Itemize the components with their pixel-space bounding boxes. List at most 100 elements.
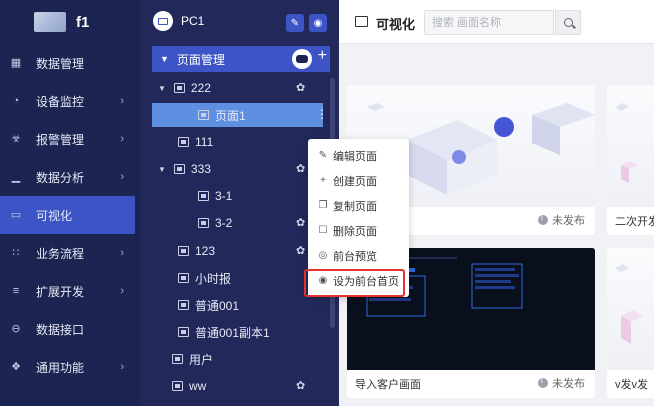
page-icon [198,191,209,201]
card-name: v发v发 [615,379,648,391]
palette-icon[interactable]: ✿ [296,244,305,257]
publish-status-label: 未发布 [552,215,585,227]
nav-item[interactable]: ◔ 设备监控 › [0,82,140,120]
trash-icon: ☐ [318,225,328,236]
menu-item-label: 编辑页面 [333,150,377,163]
screen-card[interactable]: 二次开发 [607,85,654,235]
edit-project-button[interactable]: ✎ [286,14,304,32]
publish-status: 未发布 [538,212,585,228]
empty-thumbnail-illustration [615,103,639,183]
tree-node-label: ww [189,379,207,393]
nav-item-label: 报警管理 [36,132,85,147]
nav-item[interactable]: ▭ 可视化 [0,196,135,234]
page-title: 可视化 [376,17,416,32]
eye-icon: ◎ [318,250,328,261]
menu-item[interactable]: ◎ 前台预览 [308,243,409,268]
caret-down-icon[interactable]: ▼ [158,84,166,93]
highlight-annotation [304,269,405,297]
nav-item[interactable]: ⊖ 数据接口 [0,310,140,348]
nav-item[interactable]: ☣ 报警管理 › [0,120,140,158]
monitor-icon [153,11,173,31]
preview-project-button[interactable]: ◉ [309,14,327,32]
assistant-robot-icon[interactable] [292,49,312,69]
tree-node-label: 普通001 [195,298,240,313]
brand: f1 [0,0,140,44]
nav-item[interactable]: ▦ 数据管理 [0,44,140,82]
nav-item-label: 数据接口 [36,322,85,337]
nav-item[interactable]: ▁ 数据分析 › [0,158,140,196]
palette-icon[interactable]: ✿ [296,216,305,229]
tree-node-label: 333 [190,162,211,176]
card-footer: v发v发 [607,370,654,398]
tree-node[interactable]: ww [158,375,206,397]
tree-node[interactable]: ▼ 333 [158,158,211,180]
menu-item[interactable]: ❐ 复制页面 [308,193,409,218]
tree-node-label: 3-1 [215,189,233,203]
tree-node-label: 页面1 [215,108,246,123]
tree-node[interactable]: 123 [178,240,215,262]
tree-node[interactable]: 普通001 [178,294,239,316]
nav-item-label: 数据管理 [36,56,85,71]
card-footer: 二次开发 [607,207,654,235]
tree-node-label: 222 [190,81,211,95]
page-icon [178,246,189,256]
monitor-icon: ◔ [12,95,20,107]
code-icon: ≡ [12,285,20,297]
tree-node[interactable]: 3-1 [198,185,232,207]
tree-node[interactable]: ▼ 222 [158,77,211,99]
palette-icon[interactable]: ✿ [296,162,305,175]
card-name: 导入客户画面 [355,379,421,391]
tree-node[interactable]: 小时报 [178,267,231,289]
tree-node-label: 3-2 [215,216,233,230]
tree-node-label: 小时报 [195,271,232,286]
nav-item[interactable]: ≡ 扩展开发 › [0,272,140,310]
chevron-right-icon: › [120,361,124,373]
tree-node-label: 普通001副本1 [195,325,270,340]
nav-item-label: 通用功能 [36,360,85,375]
search-box [424,10,554,35]
tree-node[interactable]: 111 [178,131,213,153]
menu-item-label: 创建页面 [333,175,377,188]
screen-card[interactable]: v发v发 [607,248,654,398]
search-button[interactable] [555,10,581,35]
brand-logo [34,12,66,32]
info-icon [538,213,548,225]
menu-item[interactable]: ✎ 编辑页面 [308,143,409,168]
nav-item[interactable]: ❖ 通用功能 › [0,348,140,386]
search-input[interactable] [425,11,525,34]
palette-icon[interactable]: ✿ [296,81,305,94]
main-navigation: f1 ▦ 数据管理 ◔ 设备监控 › ☣ 报警管理 › ▁ 数据分析 › ▭ 可视化 ∷ 业务流程 › ≡ 扩展开… [0,0,140,406]
search-icon [563,18,573,27]
palette-icon[interactable]: ✿ [296,379,305,392]
info-icon [538,376,548,388]
menu-item[interactable]: ☐ 删除页面 [308,218,409,243]
tree-node[interactable]: 页面1 [152,103,323,127]
page-icon [178,300,189,310]
page-management-header[interactable]: ▼ 页面管理 + [152,46,330,72]
menu-item[interactable]: + 创建页面 [308,168,409,193]
project-name: PC1 [181,14,205,28]
caret-down-icon: ▼ [160,54,169,64]
edit-icon: ✎ [318,150,328,161]
tree-node[interactable]: 用户 [158,348,213,370]
plug-icon: ⊖ [11,323,21,335]
page-icon [173,164,185,174]
nav-item-label: 数据分析 [36,170,85,185]
page-icon [178,327,189,337]
page-icon [173,83,185,93]
page-icon [178,137,189,147]
add-page-button[interactable]: + [318,47,327,65]
card-name: 二次开发 [615,216,654,228]
tree-node[interactable]: 3-2 [198,212,232,234]
alarm-icon: ☣ [11,133,21,145]
tree-node[interactable]: 普通001副本1 [178,321,270,343]
caret-down-icon[interactable]: ▼ [158,165,166,174]
nav-item-label: 业务流程 [36,246,85,261]
plus-icon: + [320,175,326,186]
chevron-right-icon: › [120,247,124,259]
nav-item[interactable]: ∷ 业务流程 › [0,234,140,272]
more-options-icon[interactable]: ⋮ [316,107,328,121]
menu-item-label: 前台预览 [333,250,377,263]
bar-chart-icon: ▁ [11,171,21,183]
brand-name: f1 [76,13,90,31]
